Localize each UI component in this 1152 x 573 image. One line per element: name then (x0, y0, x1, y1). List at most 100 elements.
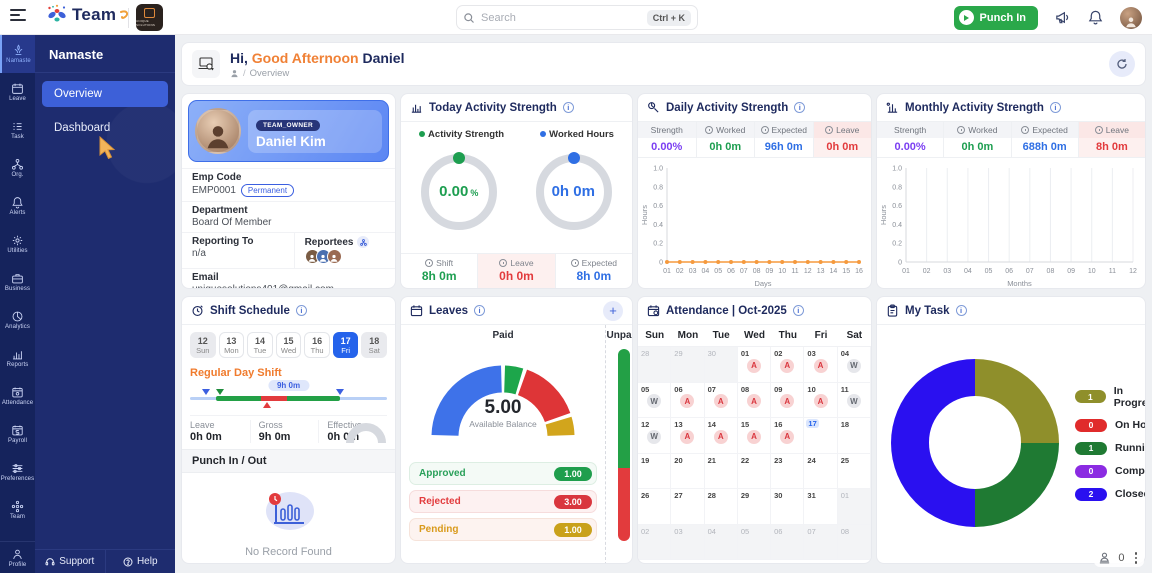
calendar-day-02[interactable]: 02A (771, 347, 804, 383)
calendar-day-08[interactable]: 08 (838, 525, 871, 561)
person-status-icon[interactable] (1098, 551, 1111, 564)
sidebar-item-leave[interactable]: Leave (0, 73, 35, 111)
calendar-day-10[interactable]: 10A (804, 383, 837, 419)
calendar-day-17[interactable]: 17 (804, 418, 837, 454)
calendar-day-08[interactable]: 08A (738, 383, 771, 419)
sidebar-item-namaste[interactable]: Namaste (0, 35, 35, 73)
calendar-day-16[interactable]: 16A (771, 418, 804, 454)
sidebar-item-org[interactable]: Org. (0, 149, 35, 187)
calendar-day-18[interactable]: 18 (838, 418, 871, 454)
calendar-day-11[interactable]: 11W (838, 383, 871, 419)
sidebar-item-utilities[interactable]: Utilities (0, 225, 35, 263)
day-pill-tue[interactable]: 14Tue (247, 332, 273, 358)
calendar-day-23[interactable]: 23 (771, 454, 804, 490)
announcements-icon[interactable] (1054, 9, 1071, 26)
help-button[interactable]: Help (105, 550, 176, 573)
calendar-day-29[interactable]: 29 (738, 489, 771, 525)
sidebar-item-analytics[interactable]: Analytics (0, 301, 35, 339)
info-icon[interactable] (794, 102, 805, 113)
search-input[interactable] (481, 12, 641, 24)
calendar-day-14[interactable]: 14A (705, 418, 738, 454)
svg-text:03: 03 (943, 268, 951, 275)
global-search[interactable]: Ctrl + K (456, 5, 698, 30)
sidebar-item-reports[interactable]: Reports (0, 339, 35, 377)
punch-in-button[interactable]: Punch In (954, 6, 1038, 30)
calendar-day-19[interactable]: 19 (638, 454, 671, 490)
calendar-day-28[interactable]: 28 (638, 347, 671, 383)
add-leave-button[interactable] (603, 301, 623, 321)
user-avatar[interactable] (1120, 7, 1142, 29)
sidebar-item-alerts[interactable]: Alerts (0, 187, 35, 225)
legend-item: Worked Hours (540, 129, 614, 140)
day-pill-thu[interactable]: 16Thu (304, 332, 330, 358)
sidebar-item-business[interactable]: Business (0, 263, 35, 301)
hamburger-menu-icon[interactable] (10, 9, 28, 25)
sidebar-item-preferences[interactable]: Preferences (0, 453, 35, 491)
info-icon[interactable] (474, 305, 485, 316)
calendar-day-15[interactable]: 15A (738, 418, 771, 454)
calendar-day-29[interactable]: 29 (671, 347, 704, 383)
calendar-day-24[interactable]: 24 (804, 454, 837, 490)
calendar-day-03[interactable]: 03A (804, 347, 837, 383)
calendar-day-28[interactable]: 28 (705, 489, 738, 525)
sidebar-item-payroll[interactable]: Payroll (0, 415, 35, 453)
calendar-day-01[interactable]: 01 (838, 489, 871, 525)
calendar-day-07[interactable]: 07A (705, 383, 738, 419)
stat-worked: Worked0h 0m (943, 122, 1010, 157)
info-icon[interactable] (793, 305, 804, 316)
calendar-day-21[interactable]: 21 (705, 454, 738, 490)
calendar-day-31[interactable]: 31 (804, 489, 837, 525)
info-icon[interactable] (563, 102, 574, 113)
calendar-day-22[interactable]: 22 (738, 454, 771, 490)
calendar-day-03[interactable]: 03 (671, 525, 704, 561)
reportees-avatars[interactable] (305, 249, 385, 264)
calendar-day-27[interactable]: 27 (671, 489, 704, 525)
refresh-button[interactable] (1109, 51, 1135, 77)
svg-text:1.0: 1.0 (892, 166, 902, 173)
calendar-day-30[interactable]: 30 (771, 489, 804, 525)
support-button[interactable]: Support (35, 550, 105, 573)
sidebar-item-profile[interactable]: Profile (0, 541, 35, 573)
task-icon (11, 120, 24, 133)
panel-item-dashboard[interactable]: Dashboard (42, 115, 168, 141)
attendance-calendar-icon (647, 304, 660, 317)
day-pill-mon[interactable]: 13Mon (219, 332, 245, 358)
calendar-day-02[interactable]: 02 (638, 525, 671, 561)
calendar-day-04[interactable]: 04 (705, 525, 738, 561)
calendar-day-25[interactable]: 25 (838, 454, 871, 490)
calendar-day-30[interactable]: 30 (705, 347, 738, 383)
calendar-day-01[interactable]: 01A (738, 347, 771, 383)
leaves-calendar-icon (410, 304, 423, 317)
sidebar-item-attendance[interactable]: Attendance (0, 377, 35, 415)
panel-item-overview[interactable]: Overview (42, 81, 168, 107)
calendar-day-05[interactable]: 05W (638, 383, 671, 419)
reports-icon (11, 348, 24, 361)
info-icon[interactable] (1050, 102, 1061, 113)
leave-icon (11, 82, 24, 95)
info-icon[interactable] (956, 305, 967, 316)
day-pill-sat[interactable]: 18Sat (361, 332, 387, 358)
calendar-day-06[interactable]: 06 (771, 525, 804, 561)
calendar-day-05[interactable]: 05 (738, 525, 771, 561)
sidebar-item-team[interactable]: Team (0, 491, 35, 529)
analytics-icon (11, 310, 24, 323)
calendar-day-13[interactable]: 13A (671, 418, 704, 454)
day-pill-sun[interactable]: 12Sun (190, 332, 216, 358)
svg-text:11: 11 (1109, 268, 1116, 275)
info-icon[interactable] (296, 305, 307, 316)
notifications-bell-icon[interactable] (1087, 9, 1104, 26)
calendar-day-04[interactable]: 04W (838, 347, 871, 383)
hierarchy-icon[interactable] (357, 236, 369, 248)
day-pill-wed[interactable]: 15Wed (276, 332, 302, 358)
calendar-day-20[interactable]: 20 (671, 454, 704, 490)
more-options-icon[interactable] (1132, 551, 1141, 565)
calendar-day-06[interactable]: 06A (671, 383, 704, 419)
day-pill-fri[interactable]: 17Fri (333, 332, 359, 358)
profile-photo (195, 108, 241, 154)
calendar-day-26[interactable]: 26 (638, 489, 671, 525)
calendar-day-12[interactable]: 12W (638, 418, 671, 454)
sidebar-item-task[interactable]: Task (0, 111, 35, 149)
svg-text:06: 06 (1005, 268, 1013, 275)
calendar-day-07[interactable]: 07 (804, 525, 837, 561)
calendar-day-09[interactable]: 09A (771, 383, 804, 419)
